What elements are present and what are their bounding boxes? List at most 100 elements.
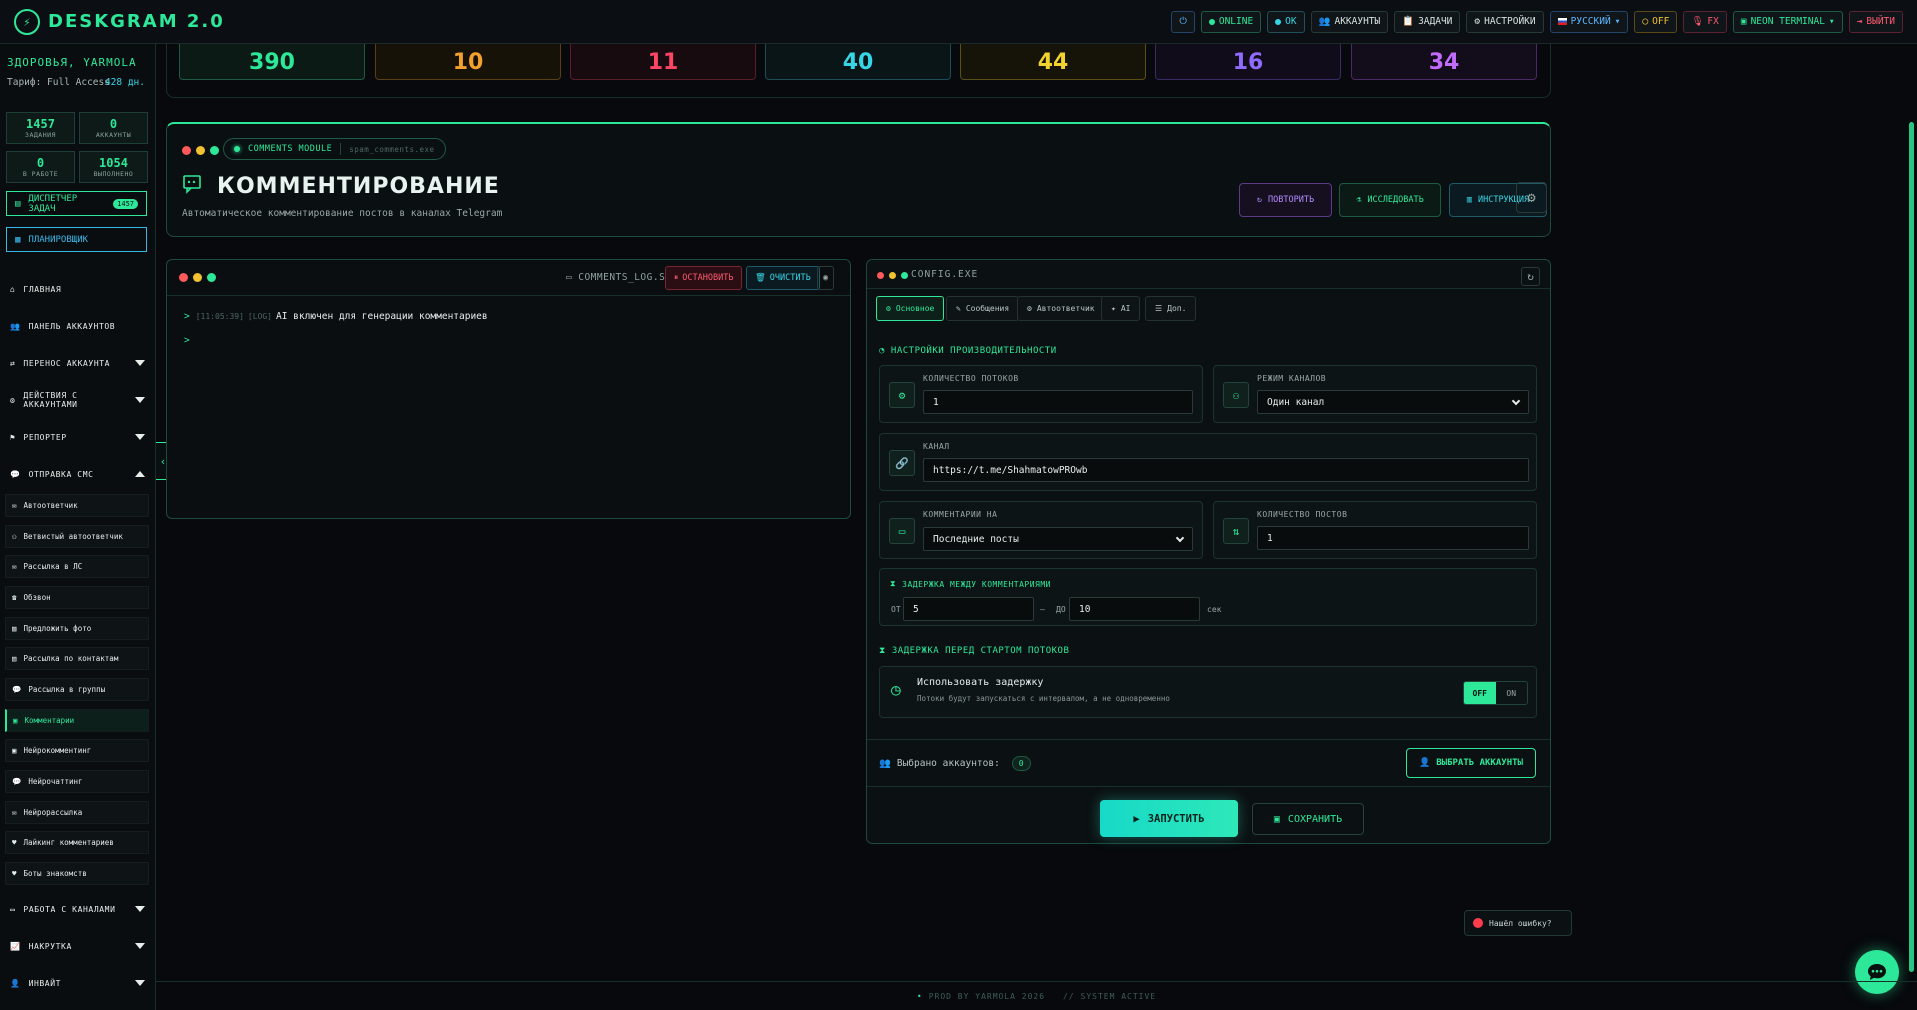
sub-item-autoresponder[interactable]: ✉ Автоответчик <box>5 494 149 517</box>
mail-bulk-icon: ✉ <box>12 808 17 817</box>
module-pill: COMMENTS MODULE spam_comments.exe <box>223 138 446 160</box>
delay-to-input[interactable]: 10 <box>1069 597 1200 621</box>
counter-green: 390 <box>179 44 365 80</box>
chat-bubble-icon <box>1868 964 1886 980</box>
logout-button[interactable]: ⇥ ВЫЙТИ <box>1848 10 1903 33</box>
repeat-button[interactable]: ↻ ПОВТОРИТЬ <box>1239 183 1332 217</box>
log-prompt[interactable]: > <box>184 335 196 346</box>
start-delay-section-title: ⧗ ЗАДЕРЖКА ПЕРЕД СТАРТОМ ПОТОКОВ <box>879 646 1070 656</box>
task-count-badge: 1457 <box>113 198 138 209</box>
sub-item-suggest-photo[interactable]: ▨ Предложить фото <box>5 617 149 640</box>
tasks-button[interactable]: 📋 ЗАДАЧИ <box>1394 10 1461 33</box>
sub-item-comments[interactable]: ▣ Комментарии <box>5 709 149 732</box>
header-settings-button[interactable]: ⚙ <box>1516 182 1547 213</box>
tab-main[interactable]: ⚙ Основное <box>876 296 945 321</box>
power-button[interactable]: ⏻ <box>1171 10 1195 33</box>
sub-item-branching-autoresponder[interactable]: ⚇ Ветвистый автоответчик <box>5 525 149 548</box>
network-icon: ⚇ <box>1223 382 1249 408</box>
module-header: COMMENTS MODULE spam_comments.exe КОММЕН… <box>166 122 1551 237</box>
theme-select[interactable]: ▣ NEON TERMINAL ▾ <box>1732 10 1843 33</box>
nav-sms[interactable]: 💬 ОТПРАВКА СМС <box>0 459 155 489</box>
sub-item-neurochatting[interactable]: 💬 Нейрочаттинг <box>5 770 149 793</box>
tab-extra[interactable]: ☰ Доп. <box>1145 296 1197 321</box>
nav-boost[interactable]: 📈 НАКРУТКА <box>0 931 155 961</box>
nav-reporter[interactable]: ⚑ РЕПОРТЕР <box>0 422 155 452</box>
comment-on-select[interactable]: Последние посты <box>923 527 1193 551</box>
nav-transfer[interactable]: ⇄ ПЕРЕНОС АККАУНТА <box>0 348 155 378</box>
comment-dots-icon: ▣ <box>12 746 17 755</box>
scrollbar[interactable] <box>1909 122 1914 972</box>
launch-button[interactable]: ▶ ЗАПУСТИТЬ <box>1100 800 1238 837</box>
toggle-visibility-button[interactable]: ◉ <box>817 266 835 290</box>
delay-toggle[interactable]: OFF ON <box>1463 681 1528 705</box>
nav-accounts-panel[interactable]: 👥 ПАНЕЛЬ АККАУНТОВ <box>0 311 155 341</box>
fx-off-toggle[interactable]: ◯ OFF <box>1634 10 1678 33</box>
stop-button[interactable]: ⏸ ОСТАНОВИТЬ <box>665 266 743 290</box>
clear-button[interactable]: 🗑 ОЧИСТИТЬ <box>746 266 820 290</box>
tab-ai[interactable]: ✦ AI <box>1101 296 1141 321</box>
use-delay-description: Потоки будут запускаться с интервалом, а… <box>917 694 1170 703</box>
perf-section-title: ◔ НАСТРОЙКИ ПРОИЗВОДИТЕЛЬНОСТИ <box>879 346 1057 356</box>
refresh-button[interactable]: ↻ <box>1521 267 1540 286</box>
choose-accounts-button[interactable]: 👤 ВЫБРАТЬ АККАУНТЫ <box>1406 748 1536 778</box>
link-icon: 🔗 <box>889 450 915 476</box>
sub-item-dm-mailing[interactable]: ✉ Рассылка в ЛС <box>5 555 149 578</box>
sub-item-contacts-mailing[interactable]: ▤ Рассылка по контактам <box>5 647 149 670</box>
minimize-dot[interactable] <box>196 146 205 155</box>
sub-item-calling[interactable]: ☎ Обзвон <box>5 586 149 609</box>
maximize-dot[interactable] <box>210 146 219 155</box>
chevron-down-icon <box>135 397 145 403</box>
chat-icon: 💬 <box>12 685 22 694</box>
maximize-dot[interactable] <box>901 272 908 279</box>
channel-url-input[interactable]: https://t.me/ShahmatowPROwb <box>923 458 1529 482</box>
accounts-button[interactable]: 👥 АККАУНТЫ <box>1310 10 1389 33</box>
sub-item-comment-liking[interactable]: ♥ Лайкинг комментариев <box>5 831 149 854</box>
bug-report-button[interactable]: Нашёл ошибку? <box>1464 910 1572 936</box>
fx-button[interactable]: 🎙 FX <box>1683 10 1727 33</box>
maximize-dot[interactable] <box>207 273 216 282</box>
sliders-icon: ☰ <box>1155 304 1163 313</box>
mic-icon: 🎙 <box>1691 16 1704 27</box>
sub-item-neurocommenting[interactable]: ▣ Нейрокомментинг <box>5 739 149 762</box>
sort-icon: ⇅ <box>1223 518 1249 544</box>
nav-channels[interactable]: ▭ РАБОТА С КАНАЛАМИ <box>0 894 155 924</box>
circle-icon: ◯ <box>1642 16 1649 27</box>
brand[interactable]: ⚡ DESKGRAM 2.0 <box>14 8 225 35</box>
edit-icon: ✎ <box>956 304 961 313</box>
inbox-icon: ✉ <box>12 501 17 510</box>
task-manager-button[interactable]: ▤ ДИСПЕТЧЕР ЗАДАЧ 1457 <box>6 191 147 216</box>
clock-icon: ◷ <box>891 680 901 699</box>
delay-from-input[interactable]: 5 <box>903 597 1034 621</box>
scheduler-button[interactable]: ▦ ПЛАНИРОВЩИК <box>6 227 147 252</box>
calendar-icon: ▦ <box>15 234 21 245</box>
tariff-days: 428 дн. <box>104 77 145 88</box>
nav-home[interactable]: ⌂ ГЛАВНАЯ <box>0 274 155 304</box>
tab-autoresponder[interactable]: ⚙ Автоответчик <box>1017 296 1105 321</box>
save-button[interactable]: ▣ СОХРАНИТЬ <box>1252 803 1364 835</box>
sub-item-dating-bots[interactable]: ♥ Боты знакомств <box>5 862 149 885</box>
nav-actions[interactable]: ⚙ ДЕЙСТВИЯ С АККАУНТАМИ <box>0 385 155 415</box>
toggle-on-option[interactable]: ON <box>1496 682 1528 704</box>
posts-count-input[interactable]: 1 <box>1257 526 1529 550</box>
minimize-dot[interactable] <box>193 273 202 282</box>
settings-button[interactable]: ⚙ НАСТРОЙКИ <box>1466 10 1544 33</box>
sidebar: ЗДОРОВЬЯ, YARMOLA Тариф: Full Access 428… <box>0 44 156 1010</box>
channel-mode-select[interactable]: Один канал <box>1257 390 1529 414</box>
comment-icon: ▣ <box>13 716 18 725</box>
language-select[interactable]: РУССКИЙ ▾ <box>1549 10 1629 33</box>
close-dot[interactable] <box>182 146 191 155</box>
nav-invite[interactable]: 👤 ИНВАЙТ <box>0 968 155 998</box>
sub-item-neuromailing[interactable]: ✉ Нейрорассылка <box>5 801 149 824</box>
user-plus-icon: 👤 <box>10 978 21 988</box>
brand-name: DESKGRAM 2.0 <box>48 11 225 32</box>
research-button[interactable]: ⚗ ИССЛЕДОВАТЬ <box>1339 183 1441 217</box>
close-dot[interactable] <box>877 272 884 279</box>
tab-messages[interactable]: ✎ Сообщения <box>946 296 1020 321</box>
message-square-icon: ▭ <box>889 518 915 544</box>
minimize-dot[interactable] <box>889 272 896 279</box>
toggle-off-option[interactable]: OFF <box>1464 682 1496 704</box>
phone-icon: ☎ <box>12 593 17 602</box>
sub-item-groups-mailing[interactable]: 💬 Рассылка в группы <box>5 678 149 701</box>
threads-input[interactable]: 1 <box>923 390 1193 414</box>
close-dot[interactable] <box>179 273 188 282</box>
